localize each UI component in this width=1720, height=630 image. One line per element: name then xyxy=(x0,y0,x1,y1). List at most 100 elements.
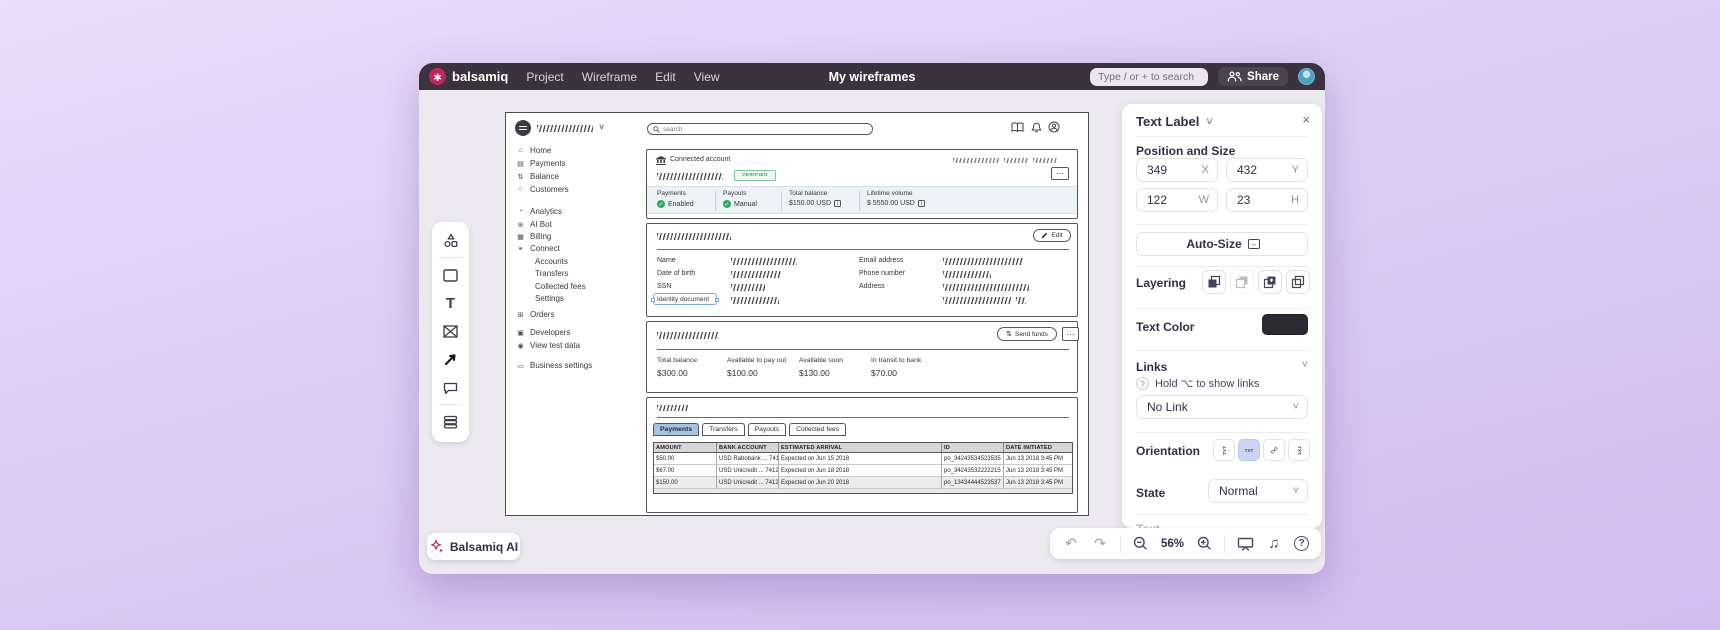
rectangle-tool-icon[interactable] xyxy=(439,264,463,286)
wf-payouts-table[interactable]: AMOUNT BANK ACCOUNT ESTIMATED ARRIVAL ID… xyxy=(653,442,1073,494)
orientation-vertical-down-button[interactable]: TXT xyxy=(1288,439,1310,461)
link-dropdown[interactable]: No Link ˅ xyxy=(1136,395,1308,419)
brand-name: balsamiq xyxy=(452,69,509,84)
ui-library-tool-icon[interactable] xyxy=(439,229,463,251)
user-avatar[interactable] xyxy=(1298,68,1315,85)
zoom-in-button[interactable] xyxy=(1195,536,1213,551)
state-dropdown[interactable]: Normal ˅ xyxy=(1208,479,1308,503)
card-menu-button[interactable]: ⋯ xyxy=(1062,327,1079,341)
wf-balance-card[interactable]: ⇅ Send funds ⋯ Total balance $300.00 Ava… xyxy=(646,321,1079,393)
close-panel-button[interactable]: × xyxy=(1302,112,1310,127)
search-icon xyxy=(653,125,660,133)
wf-tabs: Payments Transfers Payouts Collected fee… xyxy=(653,423,847,436)
presentation-button[interactable] xyxy=(1236,536,1254,551)
chevron-down-icon: ˅ xyxy=(1206,115,1213,128)
arrow-tool-icon[interactable] xyxy=(439,348,463,370)
wf-nav-developers: ▣ Developers xyxy=(517,328,571,337)
send-funds-button[interactable]: ⇅ Send funds xyxy=(997,327,1057,341)
check-icon: ✓ xyxy=(657,200,665,208)
panel-title: Text Label xyxy=(1136,114,1200,129)
tab-collected-fees[interactable]: Collected fees xyxy=(789,423,847,436)
auto-size-button[interactable]: Auto-Size ↔ xyxy=(1136,232,1308,256)
stat-value: $70.00 xyxy=(871,368,897,378)
home-icon: ⌂ xyxy=(518,147,523,154)
balsamiq-ai-button[interactable]: Balsamiq AI xyxy=(427,533,520,560)
value-squiggle xyxy=(943,284,1029,291)
wf-logo-chevron-icon: ˅ xyxy=(599,122,605,132)
global-search-input[interactable] xyxy=(1090,67,1209,86)
wf-payouts-card[interactable]: Payments Transfers Payouts Collected fee… xyxy=(646,397,1078,513)
stat-label: Payouts xyxy=(723,190,747,197)
wf-bell-icon xyxy=(1031,122,1042,133)
wf-connected-account-card[interactable]: Connected account VERIFIED ⋯ Payments ✓ E… xyxy=(646,149,1078,219)
tab-payments[interactable]: Payments xyxy=(653,423,700,436)
value-squiggle xyxy=(1016,297,1026,304)
cell: USD Rabobank ... 741 xyxy=(717,453,779,465)
tab-transfers[interactable]: Transfers xyxy=(702,423,745,436)
links-chevron-icon[interactable]: ˅ xyxy=(1302,359,1308,371)
send-to-back-button[interactable] xyxy=(1286,270,1310,294)
menu-wireframe[interactable]: Wireframe xyxy=(582,70,637,84)
help-button[interactable]: ? xyxy=(1294,536,1309,551)
wireframe-sheet[interactable]: ˅ ⌂ Home ▤ Payments ⇅ Balance ○ Customers ◔ A… xyxy=(505,112,1089,516)
editor-canvas[interactable]: T ˅ ⌂ Home ▤ Payments ⇅ Balance ○ Custom… xyxy=(419,90,1325,574)
music-button[interactable]: ♫ xyxy=(1265,535,1283,552)
menu-view[interactable]: View xyxy=(694,70,720,84)
y-input[interactable]: 432 Y xyxy=(1226,158,1308,182)
zoom-level[interactable]: 56% xyxy=(1161,538,1184,550)
orientation-diagonal-button[interactable]: TXT xyxy=(1263,439,1285,461)
comment-tool-icon[interactable] xyxy=(439,376,463,398)
selection-handle[interactable] xyxy=(715,297,719,302)
links-heading: Links xyxy=(1136,360,1168,374)
menu-edit[interactable]: Edit xyxy=(655,70,676,84)
field-label: Date of birth xyxy=(657,270,696,277)
stat-label: Payments xyxy=(657,190,686,197)
value-squiggle xyxy=(943,258,1023,265)
wf-profile-card[interactable]: Edit Name Date of birth SSN Identity doc… xyxy=(646,223,1078,317)
title-squiggle xyxy=(657,233,731,240)
wf-nav-orders: ⊞ Orders xyxy=(517,310,555,319)
brand[interactable]: ∗ balsamiq xyxy=(429,68,508,85)
field-label: Address xyxy=(859,283,885,290)
card-menu-button[interactable]: ⋯ xyxy=(1051,167,1069,180)
briefcase-icon: ▭ xyxy=(517,362,524,370)
stat-label: Available soon xyxy=(799,357,844,364)
panel-title-row[interactable]: Text Label ˅ xyxy=(1136,114,1213,129)
auto-size-icon: ↔ xyxy=(1247,239,1260,249)
arrows-icon: ⇅ xyxy=(517,173,524,181)
image-tool-icon[interactable] xyxy=(439,320,463,342)
wf-search-bar[interactable]: search xyxy=(647,123,873,135)
cell: $67.00 xyxy=(654,465,717,477)
tab-payouts[interactable]: Payouts xyxy=(747,423,787,436)
cell: Jun 13 2018 3:45 PM xyxy=(1004,465,1072,477)
cell: Jun 13 2018 3:45 PM xyxy=(1004,453,1072,465)
text-color-swatch[interactable] xyxy=(1262,314,1308,335)
x-input[interactable]: 349 X xyxy=(1136,158,1218,182)
cell: po_34243534523535 xyxy=(942,453,1004,465)
verified-badge: VERIFIED xyxy=(734,170,776,181)
w-input[interactable]: 122 W xyxy=(1136,188,1218,212)
zoom-out-button[interactable] xyxy=(1132,536,1150,551)
bring-to-front-button[interactable] xyxy=(1258,270,1282,294)
symbols-tool-icon[interactable] xyxy=(439,411,463,433)
text-tool-icon[interactable]: T xyxy=(439,292,463,314)
col-header: BANK ACCOUNT xyxy=(717,443,779,453)
meta-squiggle xyxy=(1004,158,1028,163)
menu-project[interactable]: Project xyxy=(526,70,563,84)
wf-nav-payments: ▤ Payments xyxy=(517,159,566,168)
wf-nav-analytics: ◔ Analytics xyxy=(516,207,562,216)
selected-text-label[interactable]: Identity document xyxy=(651,293,719,305)
bring-forward-button[interactable] xyxy=(1202,270,1226,294)
orientation-horizontal-button[interactable]: TXT xyxy=(1238,439,1260,461)
redo-button[interactable]: ↷ xyxy=(1091,535,1109,552)
stat-value: $ 5550.00 USD i xyxy=(867,200,925,207)
h-input[interactable]: 23 H xyxy=(1226,188,1308,212)
undo-button[interactable]: ↶ xyxy=(1062,535,1080,552)
cell: USD Unicredit ... 7412 xyxy=(717,477,779,489)
selection-handle[interactable] xyxy=(651,297,655,302)
share-button[interactable]: Share xyxy=(1218,67,1288,86)
orientation-vertical-up-button[interactable]: TXT xyxy=(1213,439,1235,461)
edit-button[interactable]: Edit xyxy=(1033,229,1071,242)
field-label: Email address xyxy=(859,257,904,264)
send-backward-button[interactable] xyxy=(1230,270,1254,294)
